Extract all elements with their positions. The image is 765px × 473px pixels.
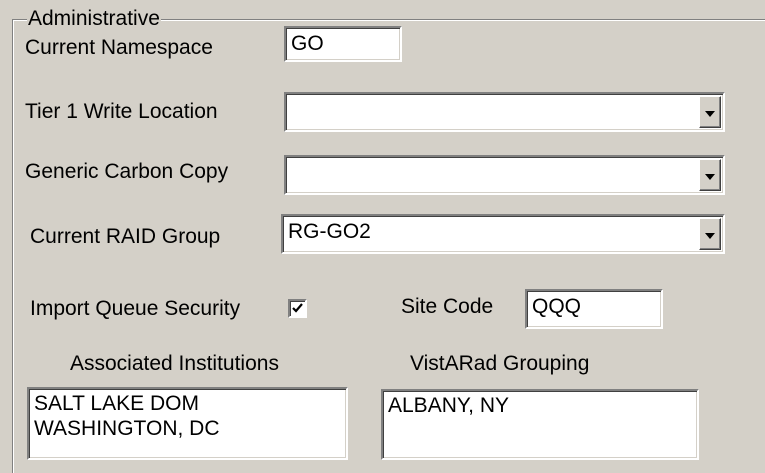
current-raid-group-value: RG-GO2 [288,220,371,243]
groupbox-title: Administrative [27,7,161,30]
tier1-write-location-dropdown-button[interactable] [699,96,721,128]
import-queue-security-label: Import Queue Security [30,297,241,320]
current-namespace-input[interactable]: GO [284,26,402,62]
generic-carbon-copy-dropdown[interactable] [284,155,725,195]
chevron-down-icon [705,111,715,117]
vistarad-grouping-list[interactable]: ALBANY, NY [381,389,699,460]
associated-institutions-label: Associated Institutions [70,352,279,375]
list-item[interactable]: ALBANY, NY [388,394,509,418]
import-queue-security-checkbox[interactable] [288,299,307,318]
administrative-panel: Administrative Current Namespace GO Tier… [0,0,765,473]
tier1-write-location-dropdown[interactable] [284,92,725,132]
generic-carbon-copy-dropdown-button[interactable] [699,159,721,191]
vistarad-grouping-label: VistARad Grouping [410,352,590,375]
current-raid-group-dropdown-button[interactable] [699,218,721,250]
associated-institutions-list[interactable]: SALT LAKE DOM WASHINGTON, DC [27,387,348,460]
current-raid-group-dropdown[interactable]: RG-GO2 [281,214,725,254]
chevron-down-icon [705,174,715,180]
chevron-down-icon [705,233,715,239]
site-code-value: QQQ [532,295,582,318]
list-item[interactable]: SALT LAKE DOM [34,392,199,416]
checkmark-icon [292,303,303,313]
current-namespace-value: GO [291,32,324,55]
site-code-label: Site Code [401,295,494,318]
site-code-input[interactable]: QQQ [525,289,663,329]
list-item[interactable]: WASHINGTON, DC [34,417,220,441]
current-raid-group-label: Current RAID Group [30,225,221,248]
generic-carbon-copy-label: Generic Carbon Copy [25,160,229,183]
current-namespace-label: Current Namespace [25,36,213,59]
tier1-write-location-label: Tier 1 Write Location [25,100,218,123]
